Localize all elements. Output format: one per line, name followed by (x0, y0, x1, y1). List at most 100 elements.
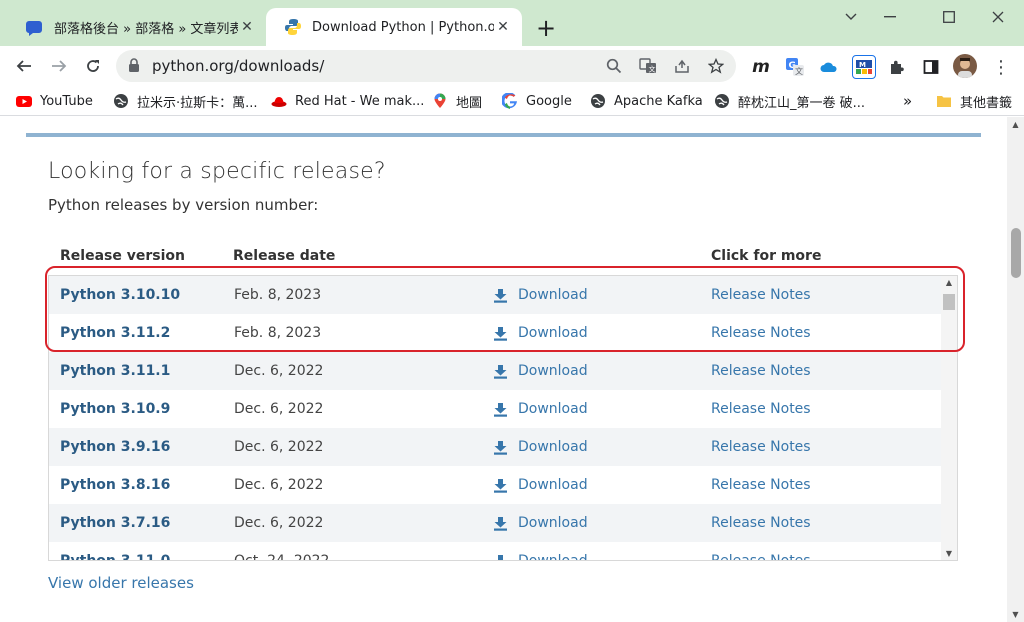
scroll-up-icon[interactable]: ▲ (1007, 120, 1024, 129)
svg-text:文: 文 (649, 65, 656, 74)
share-icon[interactable] (672, 56, 692, 76)
bookmark-redhat[interactable]: Red Hat - We mak... (271, 91, 424, 111)
release-notes-link[interactable]: Release Notes (711, 553, 811, 560)
download-label: Download (518, 553, 588, 561)
release-row: Python 3.11.1 Dec. 6, 2022 Download Rele… (49, 352, 941, 390)
lock-icon[interactable] (128, 58, 140, 73)
download-label: Download (518, 439, 588, 455)
minimize-button[interactable] (870, 6, 910, 28)
address-bar[interactable]: python.org/downloads/ 文 (116, 50, 736, 82)
browser-toolbar: python.org/downloads/ 文 m G文 M ⋮ (0, 46, 1024, 86)
arrow-left-icon (16, 60, 31, 72)
download-link[interactable]: Download (493, 325, 588, 341)
release-notes-link[interactable]: Release Notes (711, 401, 811, 417)
redhat-icon (271, 97, 287, 107)
download-icon (494, 288, 507, 303)
search-icon[interactable] (604, 56, 624, 76)
release-list-scrollbar[interactable]: ▲ ▼ (941, 276, 957, 560)
release-notes-link[interactable]: Release Notes (711, 439, 811, 455)
bookmark-maps[interactable]: 地圖 (432, 91, 482, 111)
view-older-releases-link[interactable]: View older releases (48, 574, 194, 592)
youtube-icon (16, 96, 32, 107)
profile-avatar[interactable] (953, 54, 977, 78)
extension-cloud-icon[interactable] (818, 56, 840, 78)
page-scrollbar[interactable]: ▲ ▼ (1007, 117, 1024, 622)
release-date: Dec. 6, 2022 (234, 363, 324, 379)
release-row: Python 3.10.9 Dec. 6, 2022 Download Rele… (49, 390, 941, 428)
back-button[interactable] (10, 52, 38, 80)
release-notes-link[interactable]: Release Notes (711, 287, 811, 303)
translate-page-icon[interactable]: 文 (638, 56, 658, 76)
download-link[interactable]: Download (493, 553, 588, 561)
extension-translate-icon[interactable]: G文 (784, 56, 806, 78)
tab-blog-admin[interactable]: 部落格後台 » 部落格 » 文章列表 ✕ (8, 8, 266, 46)
scrollbar-thumb[interactable] (1011, 228, 1021, 278)
forward-button[interactable] (45, 52, 73, 80)
release-date: Dec. 6, 2022 (234, 439, 324, 455)
page-content: Looking for a specific release? Python r… (0, 117, 1007, 622)
bookmark-label: 其他書籤 (960, 95, 1013, 111)
release-notes-link[interactable]: Release Notes (711, 325, 811, 341)
download-label: Download (518, 515, 588, 531)
close-tab-icon[interactable]: ✕ (494, 19, 512, 35)
release-notes-link[interactable]: Release Notes (711, 515, 811, 531)
download-icon (494, 516, 507, 531)
extension-tag-icon[interactable]: M (852, 55, 876, 79)
download-link[interactable]: Download (493, 515, 588, 531)
bookmark-google[interactable]: Google (502, 91, 572, 111)
bookmark-novel[interactable]: 醉枕江山_第一卷 破... (714, 91, 865, 111)
download-link[interactable]: Download (493, 287, 588, 303)
maximize-button[interactable] (929, 6, 969, 28)
side-panel-icon[interactable] (920, 56, 942, 78)
scroll-down-icon[interactable]: ▼ (1007, 610, 1024, 619)
globe-icon (715, 94, 729, 108)
bookmarks-overflow-button[interactable]: » (903, 91, 912, 111)
release-version-link[interactable]: Python 3.10.10 (60, 287, 180, 303)
bookmark-youtube[interactable]: YouTube (16, 91, 93, 111)
other-bookmarks[interactable]: 其他書籤 (936, 91, 1012, 111)
globe-icon (114, 94, 128, 108)
extension-m-icon[interactable]: m (750, 56, 772, 78)
scroll-down-icon[interactable]: ▼ (941, 549, 957, 558)
scroll-up-icon[interactable]: ▲ (941, 278, 957, 287)
tab-python-download[interactable]: Download Python | Python.org ✕ (266, 8, 522, 46)
release-version-link[interactable]: Python 3.11.1 (60, 363, 170, 379)
release-list[interactable]: Python 3.10.10 Feb. 8, 2023 Download Rel… (48, 275, 958, 561)
release-date: Oct. 24, 2022 (234, 553, 330, 561)
close-window-button[interactable] (978, 6, 1018, 28)
release-version-link[interactable]: Python 3.7.16 (60, 515, 170, 531)
release-version-link[interactable]: Python 3.11.2 (60, 325, 170, 341)
scrollbar-thumb[interactable] (943, 294, 955, 310)
extensions-puzzle-icon[interactable] (886, 56, 908, 78)
download-label: Download (518, 287, 588, 303)
release-version-link[interactable]: Python 3.9.16 (60, 439, 170, 455)
url-text[interactable]: python.org/downloads/ (152, 57, 324, 75)
new-tab-button[interactable]: + (534, 14, 558, 42)
bookmark-apache-kafka[interactable]: Apache Kafka (590, 91, 703, 111)
download-link[interactable]: Download (493, 477, 588, 493)
column-header-date: Release date (233, 248, 336, 264)
bookmark-label: Red Hat - We mak... (295, 93, 425, 109)
close-tab-icon[interactable]: ✕ (238, 19, 256, 35)
release-version-link[interactable]: Python 3.8.16 (60, 477, 170, 493)
bookmark-lamisi[interactable]: 拉米示‧拉斯卡：萬... (113, 91, 258, 111)
bookmark-label: Apache Kafka (614, 93, 703, 109)
download-link[interactable]: Download (493, 439, 588, 455)
download-link[interactable]: Download (493, 363, 588, 379)
download-link[interactable]: Download (493, 401, 588, 417)
release-notes-link[interactable]: Release Notes (711, 363, 811, 379)
release-version-link[interactable]: Python 3.10.9 (60, 401, 170, 417)
bookmark-star-icon[interactable] (706, 56, 726, 76)
tab-strip: 部落格後台 » 部落格 » 文章列表 ✕ Download Python | P… (0, 0, 1024, 46)
svg-text:文: 文 (795, 66, 803, 76)
download-label: Download (518, 401, 588, 417)
page-title: Looking for a specific release? (48, 159, 386, 184)
section-divider (26, 133, 981, 137)
browser-menu-icon[interactable]: ⋮ (990, 56, 1012, 78)
release-notes-link[interactable]: Release Notes (711, 477, 811, 493)
release-row: Python 3.8.16 Dec. 6, 2022 Download Rele… (49, 466, 941, 504)
tab-search-icon[interactable] (831, 6, 871, 28)
reload-button[interactable] (79, 52, 107, 80)
google-icon (502, 93, 517, 109)
release-version-link[interactable]: Python 3.11.0 (60, 553, 170, 560)
